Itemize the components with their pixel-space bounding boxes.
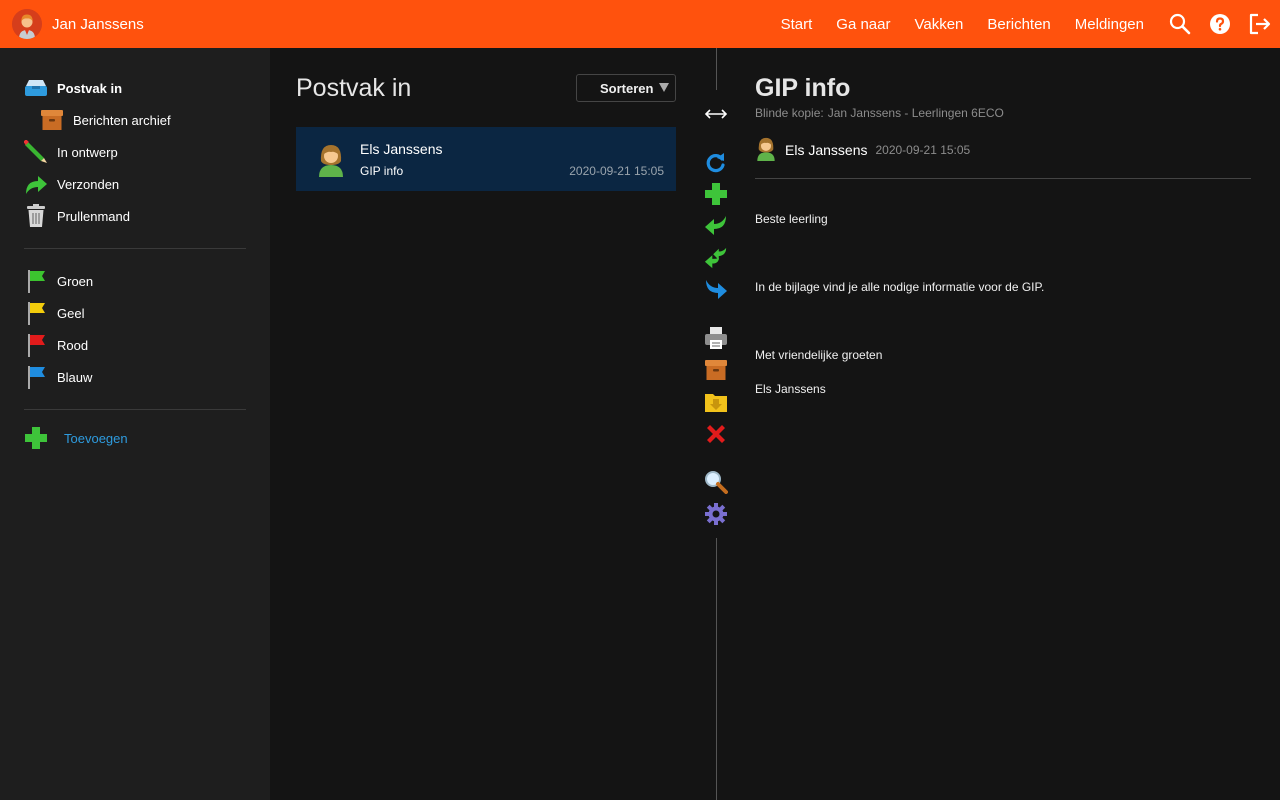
body-paragraph: Els Janssens [755, 382, 826, 396]
sidebar-item-verzonden[interactable]: Verzonden [24, 170, 119, 198]
sidebar-item-label: Berichten archief [73, 112, 171, 128]
main-nav: Start Ga naar Vakken Berichten Meldingen [781, 0, 1280, 48]
user-avatar [12, 9, 42, 39]
message-toolbar [700, 48, 732, 800]
add-flag-label: Toevoegen [64, 430, 128, 446]
sidebar-item-prullenmand[interactable]: Prullenmand [24, 202, 130, 230]
sidebar-item-rood[interactable]: Rood [24, 331, 88, 359]
reply-icon[interactable] [704, 214, 728, 238]
message-subject: GIP info [360, 164, 404, 178]
sidebar-item-label: Geel [57, 305, 85, 321]
expand-icon[interactable] [704, 102, 728, 126]
sender-avatar [316, 141, 346, 177]
message-date: 2020-09-21 15:05 [569, 164, 664, 178]
nav-berichten[interactable]: Berichten [987, 16, 1050, 33]
add-flag-button[interactable]: Toevoegen [24, 424, 128, 452]
sidebar-item-groen[interactable]: Groen [24, 267, 93, 295]
user-name: Jan Janssens [52, 15, 144, 33]
sent-date: 2020-09-21 15:05 [875, 143, 971, 157]
archive-icon[interactable] [704, 358, 728, 382]
settings-icon[interactable] [704, 502, 728, 526]
bcc-label: Blinde kopie: [755, 106, 824, 120]
sort-label: Sorteren [600, 80, 654, 96]
nav-ga-naar[interactable]: Ga naar [836, 16, 890, 33]
sidebar-divider [24, 248, 246, 249]
sidebar-item-label: Rood [57, 337, 89, 353]
sidebar-item-postvak-in[interactable]: Postvak in [24, 74, 122, 102]
sidebar-item-label: In ontwerp [57, 144, 118, 160]
message-title: GIP info [755, 74, 851, 102]
sidebar: Postvak in Berichten archief In ontwerp … [0, 48, 270, 800]
sender-avatar [755, 135, 777, 166]
user-menu[interactable]: Jan Janssens [12, 0, 144, 48]
move-to-folder-icon[interactable] [704, 390, 728, 414]
reply-all-icon[interactable] [704, 246, 728, 270]
sidebar-item-label: Groen [57, 273, 94, 289]
toolbar-separator [716, 48, 717, 90]
help-icon[interactable] [1208, 12, 1232, 36]
green-flag-icon [24, 269, 48, 293]
message-row[interactable]: Els Janssens GIP info 2020-09-21 15:05 [296, 127, 676, 191]
sidebar-item-geel[interactable]: Geel [24, 299, 84, 327]
nav-vakken[interactable]: Vakken [914, 16, 963, 33]
message-sender: Els Janssens [360, 141, 443, 157]
plus-icon [24, 426, 48, 450]
print-icon[interactable] [704, 326, 728, 350]
body-paragraph: Beste leerling [755, 212, 828, 226]
nav-start[interactable]: Start [781, 16, 813, 33]
sidebar-divider [24, 409, 246, 410]
refresh-icon[interactable] [704, 150, 728, 174]
reading-pane: GIP info Blinde kopie: Jan Janssens - Lee… [755, 48, 1251, 800]
message-list-pane: Postvak in Sorteren Els Janssens GIP inf… [270, 48, 700, 800]
search-icon[interactable] [1168, 12, 1192, 36]
forward-icon[interactable] [704, 278, 728, 302]
sidebar-item-label: Postvak in [57, 80, 123, 96]
sidebar-item-in-ontwerp[interactable]: In ontwerp [24, 138, 118, 166]
inbox-icon [24, 76, 48, 100]
body-paragraph: In de bijlage vind je alle nodige inform… [755, 280, 1045, 294]
bcc-value: Jan Janssens - Leerlingen 6ECO [827, 106, 1004, 120]
delete-icon[interactable] [704, 422, 728, 446]
top-bar: Jan Janssens Start Ga naar Vakken Berich… [0, 0, 1280, 48]
search-icon[interactable] [704, 470, 728, 494]
sender-name[interactable]: Els Janssens [785, 142, 867, 158]
sidebar-item-label: Prullenmand [57, 208, 130, 224]
sidebar-item-label: Blauw [57, 369, 93, 385]
yellow-flag-icon [24, 301, 48, 325]
nav-meldingen[interactable]: Meldingen [1075, 16, 1144, 33]
logout-icon[interactable] [1248, 12, 1272, 36]
toolbar-separator [716, 538, 717, 800]
header-divider [755, 178, 1251, 179]
pencil-icon [24, 140, 48, 164]
sidebar-item-berichten-archief[interactable]: Berichten archief [40, 106, 171, 134]
archive-box-icon [40, 108, 64, 132]
blue-flag-icon [24, 365, 48, 389]
sender-info: Els Janssens 2020-09-21 15:05 [755, 137, 971, 162]
sidebar-item-label: Verzonden [57, 176, 120, 192]
sort-button[interactable]: Sorteren [576, 74, 676, 102]
sent-arrow-icon [24, 172, 48, 196]
new-message-icon[interactable] [704, 182, 728, 206]
list-title: Postvak in [296, 74, 412, 102]
trash-icon [24, 204, 48, 228]
bcc-line: Blinde kopie: Jan Janssens - Leerlingen 6… [755, 106, 1004, 120]
red-flag-icon [24, 333, 48, 357]
body-paragraph: Met vriendelijke groeten [755, 348, 883, 362]
chevron-down-icon [659, 83, 669, 92]
sidebar-item-blauw[interactable]: Blauw [24, 363, 92, 391]
